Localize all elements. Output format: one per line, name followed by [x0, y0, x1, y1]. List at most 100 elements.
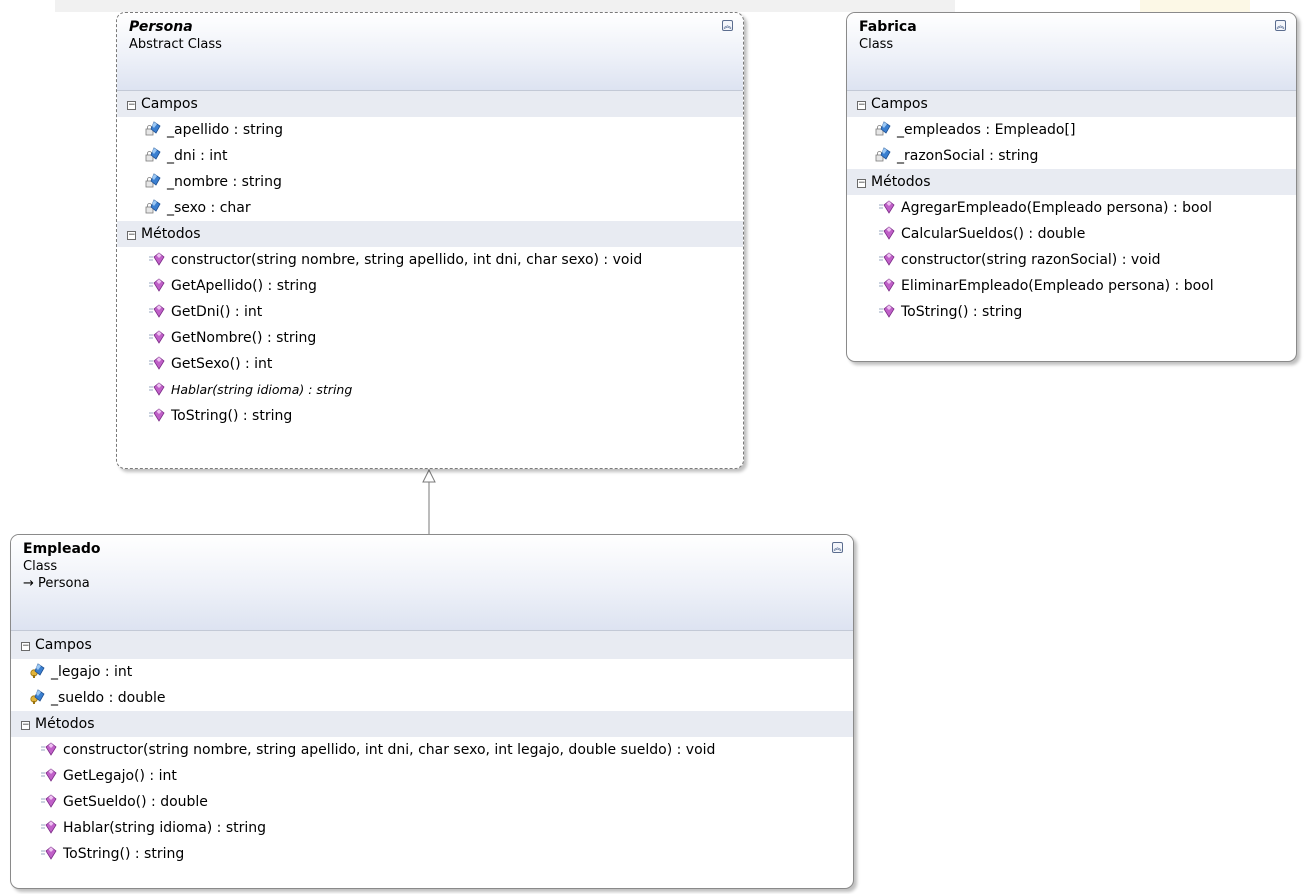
method-icon	[149, 251, 165, 267]
method-row[interactable]: GetApellido() : string	[149, 273, 743, 299]
method-icon	[41, 845, 57, 861]
field-row[interactable]: _sueldo : double	[29, 685, 853, 711]
method-icon	[149, 407, 165, 423]
inheritance-arrowhead	[422, 468, 436, 483]
method-label: ToString() : string	[63, 846, 185, 862]
method-label: GetLegajo() : int	[63, 768, 177, 784]
method-row[interactable]: ToString() : string	[41, 841, 853, 867]
method-row[interactable]: constructor(string nombre, string apelli…	[41, 737, 853, 763]
field-icon	[145, 199, 161, 215]
field-icon	[29, 663, 45, 679]
section-toggle-icon[interactable]: −	[21, 721, 30, 730]
section-toggle-icon[interactable]: −	[127, 101, 136, 110]
method-icon	[149, 381, 165, 397]
method-icon	[879, 277, 895, 293]
method-row[interactable]: ToString() : string	[879, 299, 1296, 325]
method-row[interactable]: AgregarEmpleado(Empleado persona) : bool	[879, 195, 1296, 221]
section-campos[interactable]: − Campos	[11, 631, 853, 659]
method-icon	[149, 303, 165, 319]
method-row[interactable]: constructor(string nombre, string apelli…	[149, 247, 743, 273]
class-persona[interactable]: Persona Abstract Class ︽ − Campos _apelli…	[116, 12, 744, 469]
field-label: _legajo : int	[51, 664, 133, 680]
section-metodos[interactable]: − Métodos	[117, 221, 743, 247]
method-label: CalcularSueldos() : double	[901, 226, 1086, 242]
method-row[interactable]: GetLegajo() : int	[41, 763, 853, 789]
class-name: Fabrica	[859, 19, 917, 35]
method-icon	[149, 277, 165, 293]
field-icon	[29, 689, 45, 705]
section-campos[interactable]: − Campos	[847, 91, 1296, 117]
field-icon	[145, 147, 161, 163]
method-row[interactable]: ToString() : string	[149, 403, 743, 429]
method-row[interactable]: GetSexo() : int	[149, 351, 743, 377]
field-row[interactable]: _empleados : Empleado[]	[875, 117, 1296, 143]
class-empleado[interactable]: Empleado Class → Persona ︽ − Campos _lega…	[10, 534, 854, 889]
field-row[interactable]: _apellido : string	[145, 117, 743, 143]
method-icon	[149, 355, 165, 371]
section-toggle-icon[interactable]: −	[127, 231, 136, 240]
method-label: constructor(string razonSocial) : void	[901, 252, 1161, 268]
field-icon	[875, 121, 891, 137]
collapse-icon[interactable]: ︽	[722, 20, 733, 31]
class-base: → Persona	[23, 576, 90, 591]
field-icon	[145, 121, 161, 137]
field-label: _sueldo : double	[51, 690, 166, 706]
field-label: _sexo : char	[167, 200, 251, 216]
field-row[interactable]: _nombre : string	[145, 169, 743, 195]
class-kind: Abstract Class	[129, 37, 222, 52]
field-row[interactable]: _dni : int	[145, 143, 743, 169]
section-campos[interactable]: − Campos	[117, 91, 743, 117]
method-label: GetNombre() : string	[171, 330, 317, 346]
section-toggle-icon[interactable]: −	[857, 179, 866, 188]
class-kind: Class	[859, 37, 894, 52]
method-icon	[879, 199, 895, 215]
field-row[interactable]: _legajo : int	[29, 659, 853, 685]
method-label: GetSueldo() : double	[63, 794, 208, 810]
section-toggle-icon[interactable]: −	[857, 101, 866, 110]
class-fabrica[interactable]: Fabrica Class ︽ − Campos _empleados : Emp…	[846, 12, 1297, 362]
method-icon	[41, 741, 57, 757]
collapse-icon[interactable]: ︽	[1275, 20, 1286, 31]
class-header: Persona Abstract Class ︽	[117, 13, 743, 91]
class-name: Persona	[129, 19, 193, 35]
method-row[interactable]: constructor(string razonSocial) : void	[879, 247, 1296, 273]
field-label: _nombre : string	[167, 174, 282, 190]
class-header: Fabrica Class ︽	[847, 13, 1296, 91]
method-icon	[41, 793, 57, 809]
method-label: constructor(string nombre, string apelli…	[63, 742, 716, 758]
method-row[interactable]: GetNombre() : string	[149, 325, 743, 351]
method-label: Hablar(string idioma) : string	[63, 820, 267, 836]
section-toggle-icon[interactable]: −	[21, 642, 30, 651]
field-icon	[875, 147, 891, 163]
method-row[interactable]: Hablar(string idioma) : string	[149, 377, 743, 403]
field-row[interactable]: _sexo : char	[145, 195, 743, 221]
field-label: _dni : int	[167, 148, 228, 164]
class-kind: Class	[23, 559, 58, 574]
method-label: Hablar(string idioma) : string	[171, 382, 353, 397]
method-row[interactable]: EliminarEmpleado(Empleado persona) : boo…	[879, 273, 1296, 299]
method-row[interactable]: GetDni() : int	[149, 299, 743, 325]
section-metodos[interactable]: − Métodos	[847, 169, 1296, 195]
method-label: constructor(string nombre, string apelli…	[171, 252, 643, 268]
class-header: Empleado Class → Persona ︽	[11, 535, 853, 631]
method-label: GetApellido() : string	[171, 278, 317, 294]
method-row[interactable]: Hablar(string idioma) : string	[41, 815, 853, 841]
method-icon	[879, 251, 895, 267]
method-icon	[879, 303, 895, 319]
field-label: _razonSocial : string	[897, 148, 1039, 164]
field-row[interactable]: _razonSocial : string	[875, 143, 1296, 169]
class-name: Empleado	[23, 541, 101, 557]
method-icon	[41, 767, 57, 783]
method-label: EliminarEmpleado(Empleado persona) : boo…	[901, 278, 1214, 294]
method-label: AgregarEmpleado(Empleado persona) : bool	[901, 200, 1213, 216]
field-label: _empleados : Empleado[]	[897, 122, 1076, 138]
method-icon	[41, 819, 57, 835]
collapse-icon[interactable]: ︽	[832, 542, 843, 553]
section-metodos[interactable]: − Métodos	[11, 711, 853, 737]
method-label: ToString() : string	[901, 304, 1023, 320]
method-row[interactable]: GetSueldo() : double	[41, 789, 853, 815]
method-icon	[879, 225, 895, 241]
method-row[interactable]: CalcularSueldos() : double	[879, 221, 1296, 247]
field-label: _apellido : string	[167, 122, 284, 138]
method-icon	[149, 329, 165, 345]
